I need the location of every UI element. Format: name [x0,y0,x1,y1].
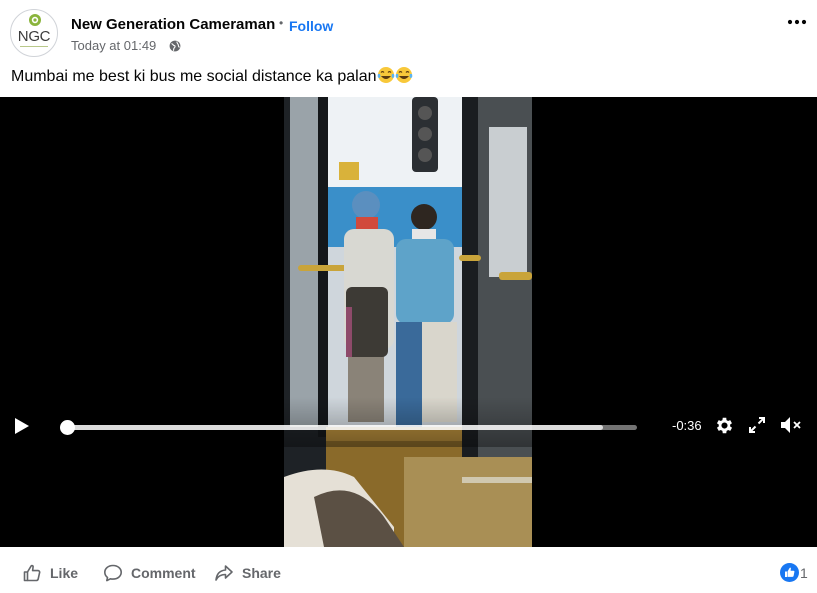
tears-of-joy-emoji [377,67,412,83]
like-button[interactable]: Like [22,563,78,583]
avatar-logo-text: NGC [17,28,51,45]
comment-bubble-icon [104,564,122,582]
avatar-logo-rule [20,46,48,47]
dot-separator: • [279,16,284,30]
page-avatar[interactable]: NGC [10,9,58,57]
gear-icon[interactable] [714,415,735,436]
share-label: Share [242,565,281,581]
flower-logo-icon [29,14,41,26]
page-name[interactable]: New Generation Cameraman [71,16,275,33]
thumbs-up-icon [23,564,41,582]
mute-icon[interactable] [779,415,803,435]
time-remaining: -0:36 [672,418,702,433]
comment-label: Comment [131,565,196,581]
fullscreen-icon[interactable] [749,417,765,433]
play-icon[interactable] [14,417,30,435]
like-label: Like [50,565,79,581]
progress-buffered [62,425,603,430]
like-reaction-icon[interactable] [780,563,799,582]
follow-button[interactable]: Follow [289,18,333,34]
post-text: Mumbai me best ki bus me social distance… [11,66,413,86]
globe-icon [169,40,181,52]
post-message: Mumbai me best ki bus me social distance… [11,68,377,85]
share-arrow-icon [215,565,233,581]
video-player[interactable]: -0:36 [0,97,817,547]
post-timestamp[interactable]: Today at 01:49 [71,38,156,53]
share-button[interactable]: Share [214,563,281,583]
comment-button[interactable]: Comment [103,563,196,583]
progress-track[interactable] [62,425,637,430]
video-frame[interactable] [284,97,532,547]
reaction-count[interactable]: 1 [800,565,808,581]
more-horizontal-icon[interactable] [786,15,808,29]
